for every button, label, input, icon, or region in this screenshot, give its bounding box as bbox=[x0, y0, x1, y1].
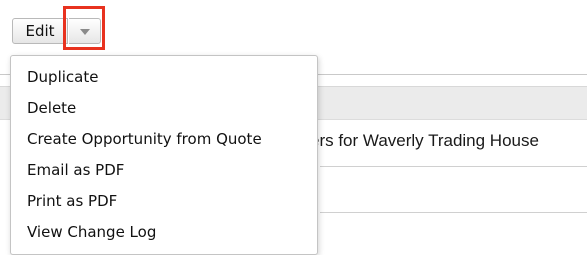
menu-item-create-opportunity[interactable]: Create Opportunity from Quote bbox=[27, 130, 262, 148]
menu-item-delete[interactable]: Delete bbox=[27, 99, 76, 117]
divider bbox=[320, 166, 587, 167]
actions-menu: Duplicate Delete Create Opportunity from… bbox=[10, 55, 318, 255]
menu-item-print-pdf[interactable]: Print as PDF bbox=[27, 192, 117, 210]
record-name: ers for Waverly Trading House bbox=[310, 131, 539, 150]
menu-item-email-pdf[interactable]: Email as PDF bbox=[27, 161, 124, 179]
menu-item-duplicate[interactable]: Duplicate bbox=[27, 68, 98, 86]
menu-item-view-change-log[interactable]: View Change Log bbox=[27, 223, 156, 241]
divider bbox=[320, 212, 587, 213]
edit-button[interactable]: Edit bbox=[12, 18, 68, 44]
highlight-annotation bbox=[63, 6, 105, 50]
